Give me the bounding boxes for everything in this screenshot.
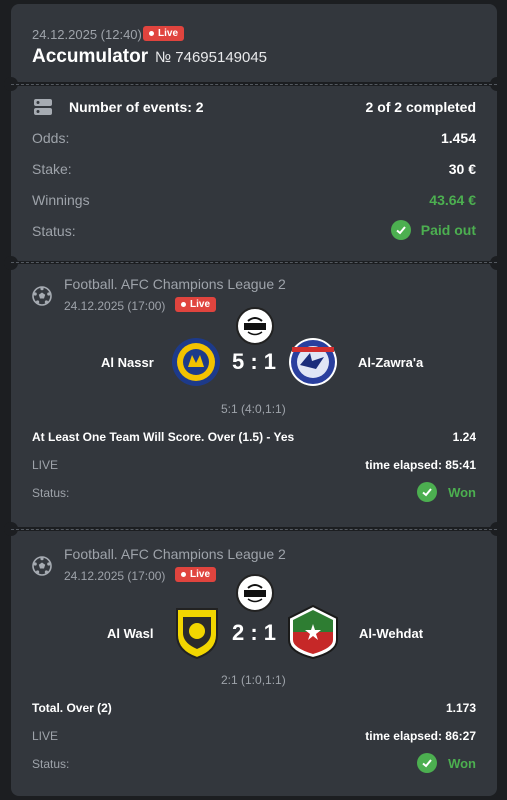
live-badge: Live [175,567,217,582]
market-name: Total. Over (2) [32,701,112,715]
divider [11,262,497,263]
home-team-name: Al Wasl [107,626,154,641]
winnings-value: 43.64 € [429,192,476,208]
al-nassr-crest-icon [171,337,221,387]
home-team-name: Al Nassr [101,355,154,370]
check-icon [417,753,438,773]
live-dot-icon [149,31,154,36]
football-icon [32,556,52,576]
event-status: Won [417,482,476,502]
live-badge: Live [143,26,185,41]
responsible-betting-logo [236,307,274,345]
score-detail: 5:1 (4:0,1:1) [221,402,286,416]
status-label: Status: [32,223,76,239]
stake-value: 30 € [448,161,476,177]
bet-datetime: 24.12.2025 (12:40) [32,27,142,42]
live-badge-label: Live [190,569,211,580]
ticket-notch [490,256,504,270]
event-status-label: Status: [32,486,70,500]
events-list-icon [33,98,53,116]
league-name: Football. AFC Champions League 2 [64,546,286,562]
al-wehdat-crest-icon [287,604,339,660]
status-value: Paid out [420,222,476,238]
event-status: Won [417,753,476,773]
page-title: Accumulator [32,46,149,67]
live-badge-label: Live [190,299,211,310]
event-status-value: Won [448,484,476,500]
header-card [11,4,497,82]
event-status-label: Status: [32,757,70,771]
league-name: Football. AFC Champions League 2 [64,276,286,292]
live-dot-icon [181,302,186,307]
odds-label: Odds: [32,130,70,146]
market-odds: 1.173 [445,701,476,715]
al-zawraa-crest-icon [288,337,338,387]
divider [11,529,497,530]
score-detail: 2:1 (1:0,1:1) [221,673,286,687]
responsible-betting-logo [236,574,274,612]
time-elapsed: time elapsed: 86:27 [365,729,476,743]
ticket-notch [4,256,18,270]
bet-number: № 74695149045 [155,49,268,66]
odds-value: 1.454 [440,130,476,146]
live-dot-icon [181,572,186,577]
status-paid-out: Paid out [390,220,476,240]
score: 2 : 1 [232,620,277,645]
event-datetime: 24.12.2025 (17:00) [64,569,166,583]
event-status-value: Won [448,755,476,771]
check-icon [390,220,411,240]
football-icon [32,286,52,306]
market-odds: 1.24 [452,430,476,444]
events-count: Number of events: 2 [69,99,204,115]
live-badge: Live [175,297,217,312]
score: 5 : 1 [232,349,277,374]
winnings-label: Winnings [32,192,90,208]
event-state: LIVE [32,458,59,472]
away-team-name: Al-Wehdat [359,626,424,641]
away-team-name: Al-Zawra'a [358,355,424,370]
market-name: At Least One Team Will Score. Over (1.5)… [32,430,295,444]
completed-count: 2 of 2 completed [365,99,476,115]
event-datetime: 24.12.2025 (17:00) [64,299,166,313]
divider [11,84,497,85]
event-state: LIVE [32,729,59,743]
time-elapsed: time elapsed: 85:41 [365,458,476,472]
check-icon [417,482,438,502]
live-badge-label: Live [158,28,179,39]
al-wasl-crest-icon [173,605,221,660]
stake-label: Stake: [32,161,72,177]
